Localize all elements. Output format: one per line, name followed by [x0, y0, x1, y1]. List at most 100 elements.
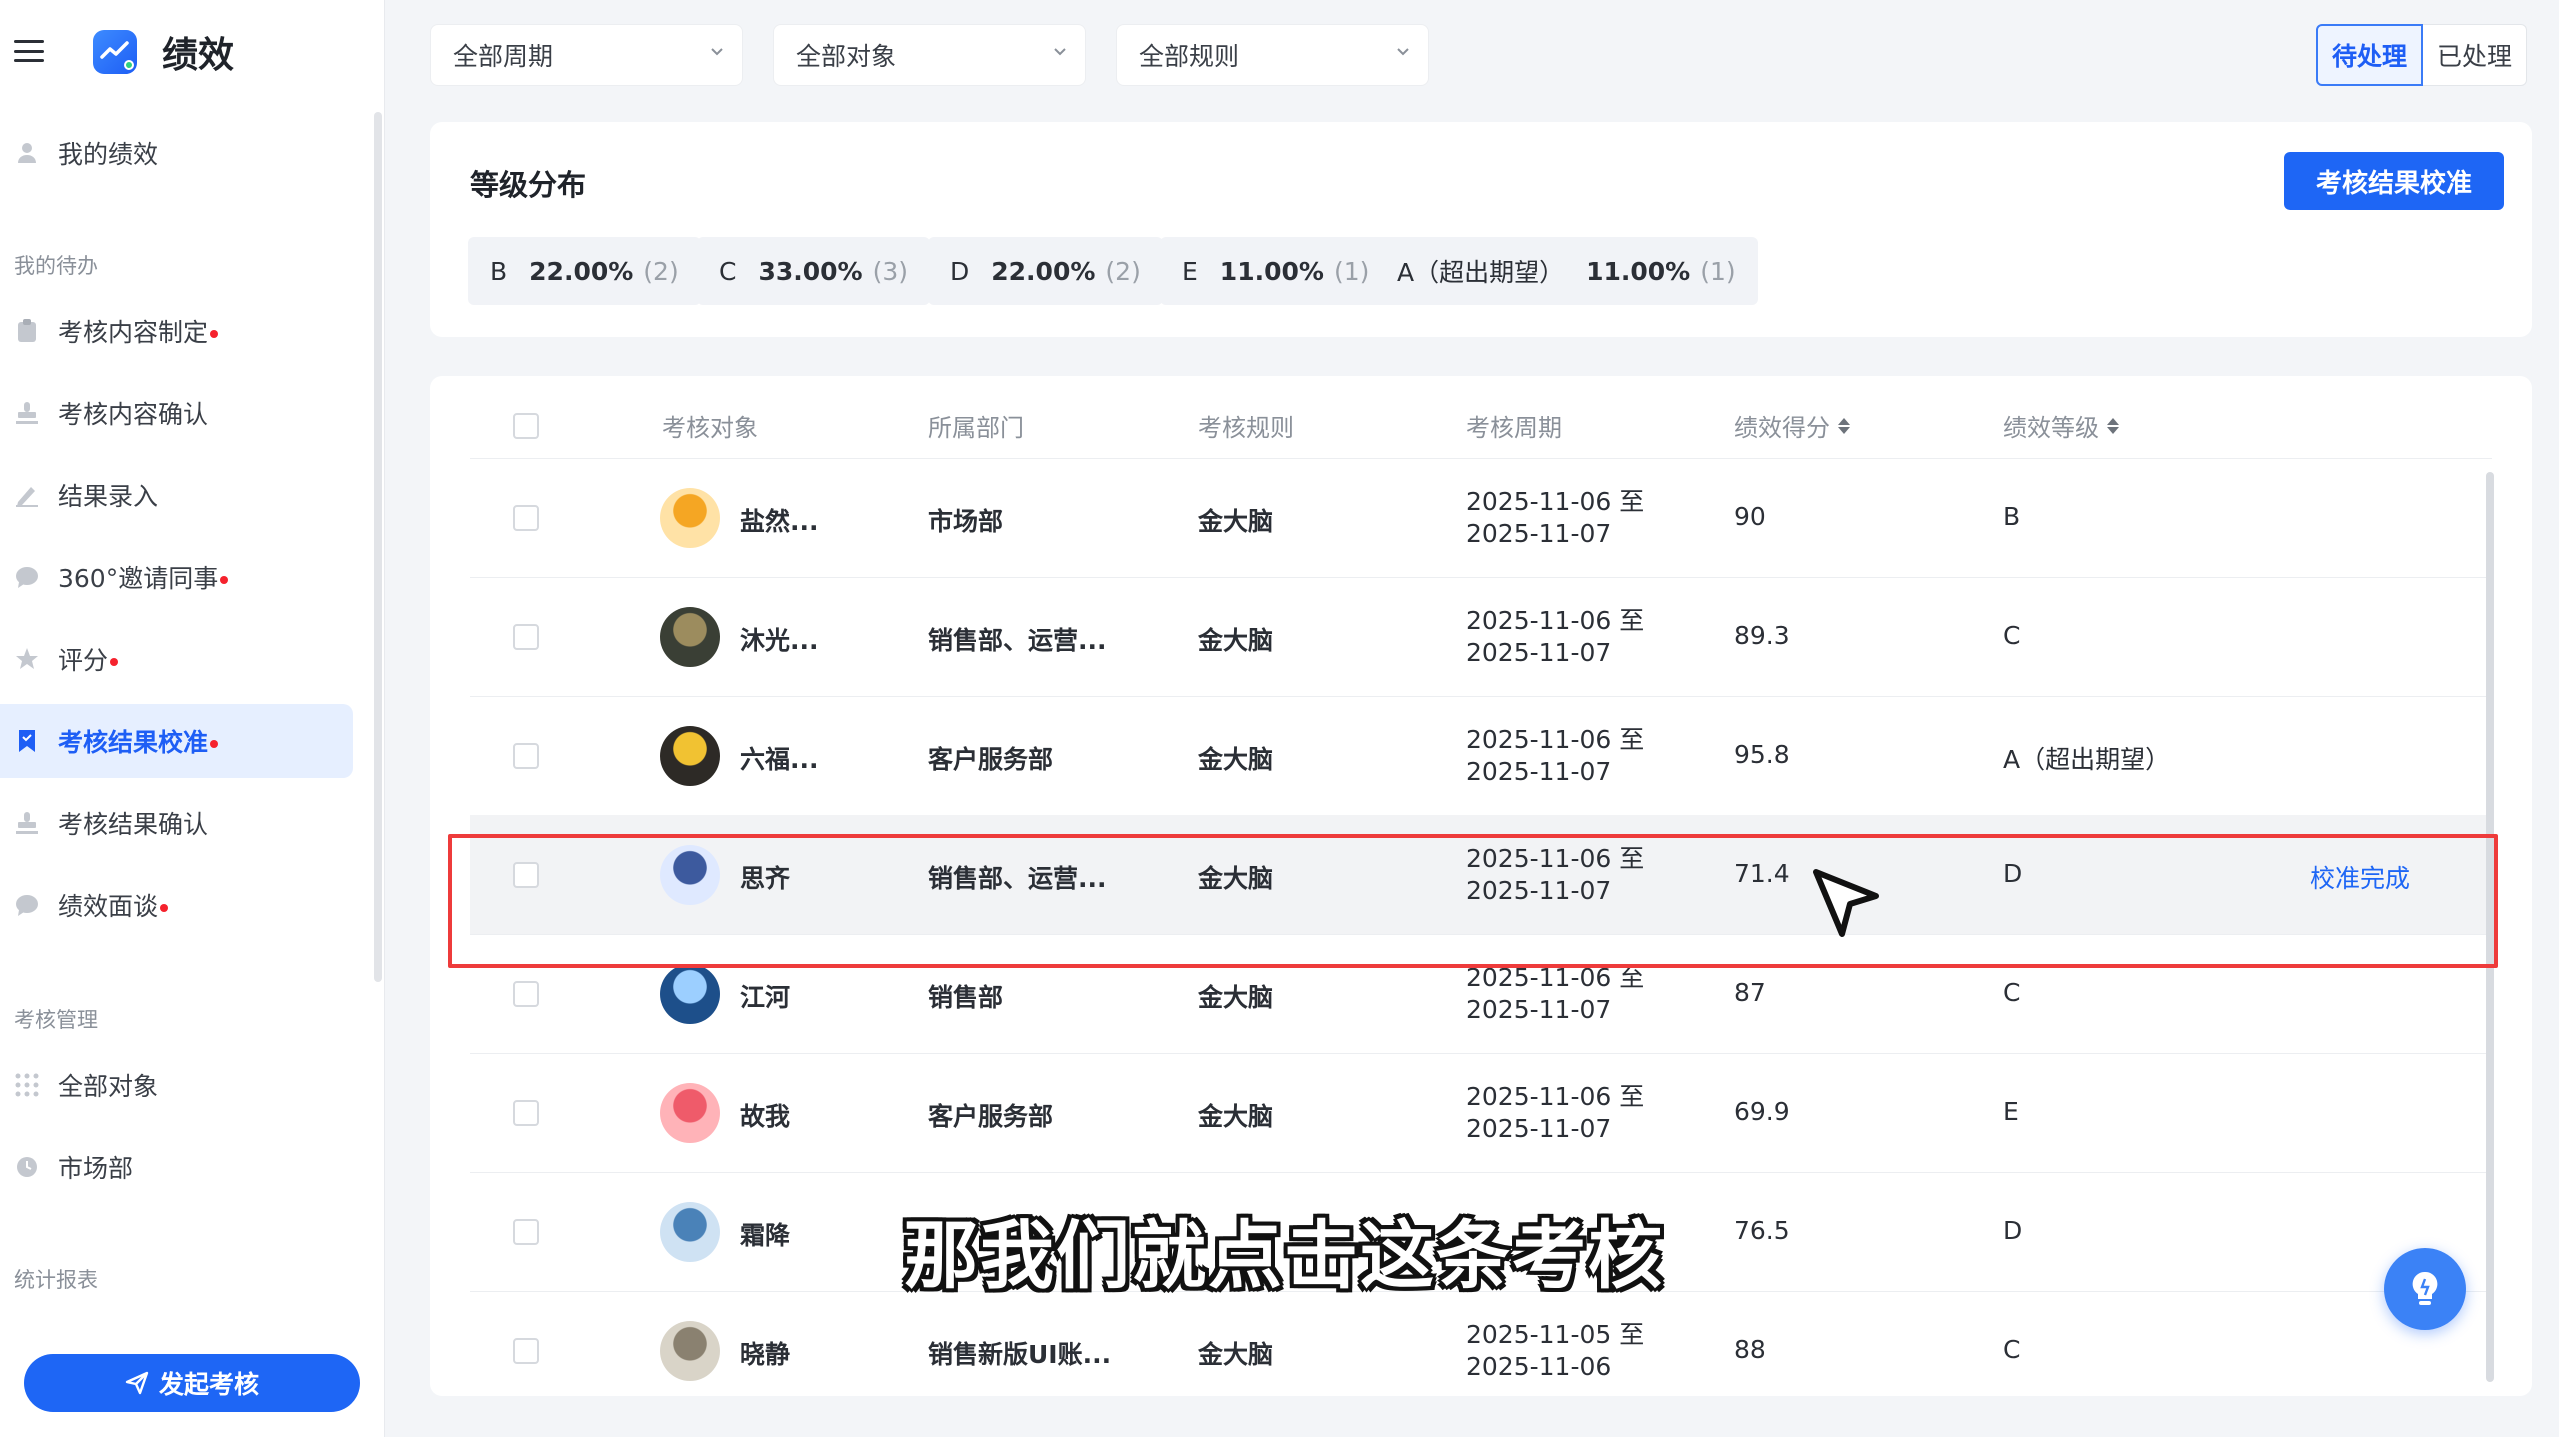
- avatar: [660, 1202, 720, 1262]
- sidebar-item-label: 评分: [58, 641, 119, 677]
- sidebar-scrollbar[interactable]: [374, 112, 382, 982]
- grade-chip-percent: 11.00%: [1219, 256, 1324, 286]
- grade-chip-percent: 22.00%: [529, 256, 634, 286]
- row-checkbox[interactable]: [513, 743, 539, 769]
- table-row[interactable]: 晓静 销售新版UI账... 金大脑 2025-11-05 至 2025-11-06 88 C: [470, 1291, 2492, 1396]
- sidebar-item-scoring[interactable]: 评分: [0, 622, 355, 696]
- sidebar-item-label: 结果录入: [58, 482, 159, 511]
- table-row[interactable]: 六福... 客户服务部 金大脑 2025-11-06 至 2025-11-07 95.8 A…: [470, 696, 2492, 815]
- row-checkbox[interactable]: [513, 1100, 539, 1126]
- department: 客户服务部: [928, 745, 1054, 774]
- grade-chip-count: (2): [643, 256, 679, 286]
- table-row[interactable]: 盐然... 市场部 金大脑 2025-11-06 至 2025-11-07 90 B: [470, 458, 2492, 577]
- row-checkbox[interactable]: [513, 624, 539, 650]
- target-name[interactable]: 盐然...: [740, 502, 819, 538]
- column-header-rule: 考核规则: [1198, 414, 1294, 442]
- row-checkbox[interactable]: [513, 1338, 539, 1364]
- star-icon: [14, 646, 40, 672]
- sort-icon: [1838, 417, 1850, 434]
- row-checkbox[interactable]: [513, 505, 539, 531]
- grade-chip-c[interactable]: C 33.00% (3): [697, 237, 931, 305]
- calibration-done-link[interactable]: 校准完成: [2310, 859, 2410, 895]
- column-header-score[interactable]: 绩效得分: [1734, 408, 1850, 443]
- sidebar-item-label: 市场部: [58, 1154, 134, 1183]
- calibrate-results-button[interactable]: 考核结果校准: [2284, 152, 2504, 210]
- avatar: [660, 488, 720, 548]
- notification-dot: [220, 576, 229, 584]
- target-name[interactable]: 故我: [740, 1097, 790, 1133]
- rule: 金大脑: [1198, 626, 1274, 655]
- target-name[interactable]: 霜降: [740, 1216, 790, 1252]
- sidebar-item-content-setting[interactable]: 考核内容制定: [0, 294, 355, 368]
- grade-chip-grade: E: [1182, 256, 1198, 286]
- sidebar-item-360-invite[interactable]: 360°邀请同事: [0, 540, 355, 614]
- column-header-grade-label: 绩效等级: [2003, 414, 2099, 442]
- help-fab-button[interactable]: [2384, 1248, 2466, 1330]
- rule-select[interactable]: 全部规则: [1116, 24, 1429, 86]
- period-start: 2025-11-06 至: [1466, 1082, 1645, 1111]
- sidebar: 绩效 我的绩效 我的待办 考核内容制定 考核内容确认 结果录入 360°邀请同事…: [0, 0, 385, 1437]
- avatar: [660, 964, 720, 1024]
- grade-distribution-title: 等级分布: [470, 168, 587, 202]
- table-row[interactable]: 故我 客户服务部 金大脑 2025-11-06 至 2025-11-07 69.9 E: [470, 1053, 2492, 1172]
- grade-distribution-card: 等级分布 考核结果校准 B 22.00% (2) C 33.00% (3) D …: [430, 122, 2532, 337]
- tab-processed[interactable]: 已处理: [2423, 24, 2528, 86]
- department: 销售新版UI账...: [928, 1340, 1112, 1369]
- period: 2025-11-06 至 2025-11-07: [1466, 962, 1644, 1026]
- grade-chip-b[interactable]: B 22.00% (2): [468, 237, 701, 305]
- avatar: [660, 1083, 720, 1143]
- target-name[interactable]: 晓静: [740, 1335, 790, 1371]
- grade: D: [2003, 1216, 2023, 1245]
- clock-icon: [14, 1154, 40, 1180]
- department: 销售部、运营...: [928, 864, 1107, 893]
- period-end: 2025-11-06: [1466, 1352, 1612, 1381]
- sidebar-item-label: 绩效面谈: [58, 887, 169, 923]
- row-checkbox[interactable]: [513, 1219, 539, 1245]
- period-select[interactable]: 全部周期: [430, 24, 743, 86]
- row-checkbox[interactable]: [513, 862, 539, 888]
- launch-assessment-button[interactable]: 发起考核: [24, 1354, 360, 1412]
- grade-chip-grade: C: [719, 256, 737, 286]
- chevron-down-icon: [1054, 48, 1066, 56]
- grade-chip-d[interactable]: D 22.00% (2): [928, 237, 1163, 305]
- avatar: [660, 726, 720, 786]
- table-scrollbar[interactable]: [2486, 472, 2494, 1382]
- score: 90: [1734, 502, 1766, 531]
- select-all-checkbox[interactable]: [513, 413, 539, 439]
- sidebar-item-market-dept[interactable]: 市场部: [0, 1130, 355, 1204]
- tab-pending[interactable]: 待处理: [2316, 24, 2424, 86]
- sidebar-item-my-performance[interactable]: 我的绩效: [0, 116, 355, 190]
- score: 89.3: [1734, 621, 1790, 650]
- table-row[interactable]: 沐光... 销售部、运营... 金大脑 2025-11-06 至 2025-11-07 8…: [470, 577, 2492, 696]
- sidebar-item-result-entry[interactable]: 结果录入: [0, 458, 355, 532]
- target-name[interactable]: 沐光...: [740, 621, 819, 657]
- grade-chip-a[interactable]: A（超出期望） 11.00% (1): [1375, 237, 1758, 305]
- sidebar-item-all-targets[interactable]: 全部对象: [0, 1048, 355, 1122]
- section-title-manage: 考核管理: [14, 1008, 98, 1032]
- table-row[interactable]: 江河 销售部 金大脑 2025-11-06 至 2025-11-07 87 C: [470, 934, 2492, 1053]
- row-checkbox[interactable]: [513, 981, 539, 1007]
- table-row[interactable]: 思齐 销售部、运营... 金大脑 2025-11-06 至 2025-11-07 71.4…: [470, 815, 2492, 934]
- grade-chip-e[interactable]: E 11.00% (1): [1160, 237, 1392, 305]
- score: 69.9: [1734, 1097, 1790, 1126]
- section-title-todo: 我的待办: [14, 254, 98, 278]
- sidebar-item-content-confirm[interactable]: 考核内容确认: [0, 376, 355, 450]
- sidebar-item-performance-interview[interactable]: 绩效面谈: [0, 868, 355, 942]
- period: 2025-11-06 至 2025-11-07: [1466, 843, 1644, 907]
- sidebar-item-result-confirm[interactable]: 考核结果确认: [0, 786, 355, 860]
- target-select[interactable]: 全部对象: [773, 24, 1086, 86]
- menu-icon[interactable]: [14, 40, 44, 62]
- app-window: 绩效 我的绩效 我的待办 考核内容制定 考核内容确认 结果录入 360°邀请同事…: [0, 0, 2559, 1437]
- mouse-cursor-icon: [1813, 869, 1879, 937]
- rule-select-value: 全部规则: [1139, 42, 1240, 71]
- grade-chip-count: (1): [1333, 256, 1370, 286]
- chevron-down-icon: [1397, 48, 1409, 56]
- column-header-grade[interactable]: 绩效等级: [2003, 408, 2119, 443]
- target-name[interactable]: 六福...: [740, 740, 819, 776]
- rule: 金大脑: [1198, 745, 1274, 774]
- rule: 金大脑: [1198, 864, 1274, 893]
- sidebar-item-result-calibration[interactable]: 考核结果校准: [0, 704, 353, 778]
- score: 87: [1734, 978, 1766, 1007]
- target-name[interactable]: 思齐: [740, 859, 790, 895]
- target-name[interactable]: 江河: [740, 978, 790, 1014]
